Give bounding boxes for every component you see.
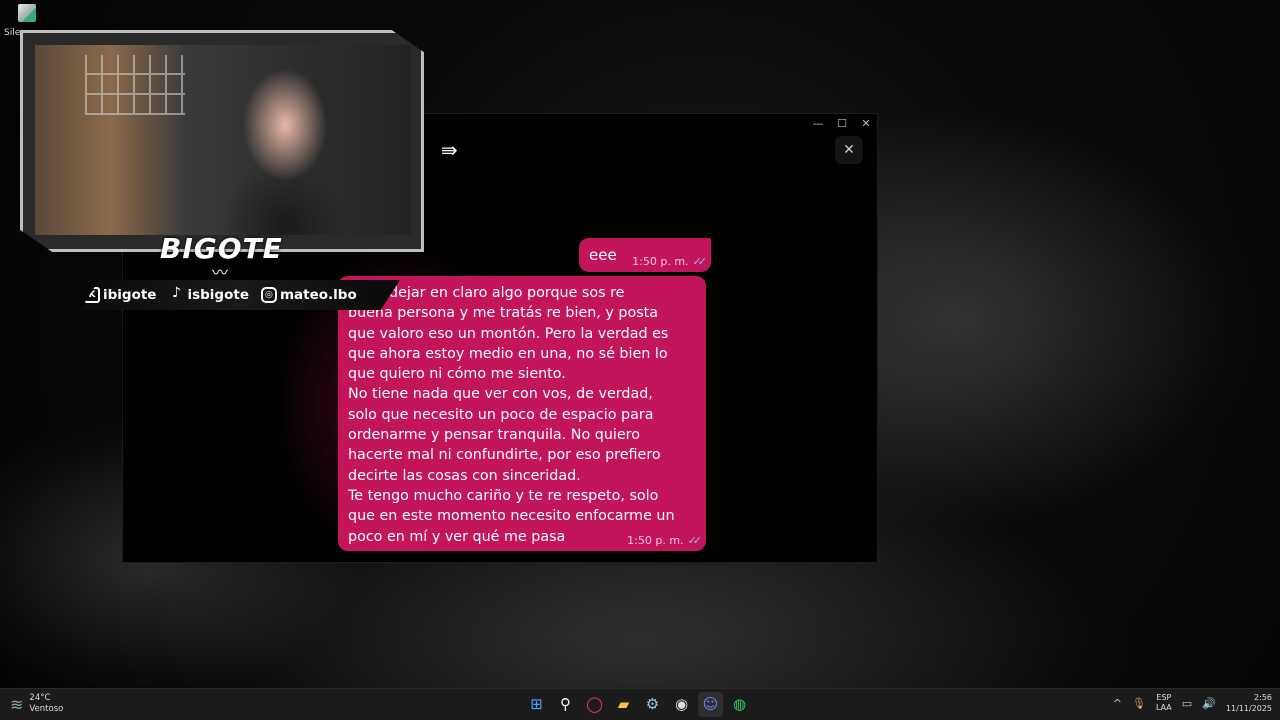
social-handle: ibigote: [103, 287, 156, 303]
obs-icon: ◉: [675, 695, 688, 713]
clock-time: 2:56: [1226, 692, 1272, 703]
clock[interactable]: 2:56 11/11/2025: [1226, 692, 1272, 714]
volume-icon[interactable]: 🔊: [1202, 697, 1216, 710]
taskbar-steam-button[interactable]: ⚙: [640, 692, 665, 717]
taskbar-apps: ⊞ ⚲ ◯ ▰ ⚙ ◉ ☺ ◍: [524, 692, 752, 717]
close-icon: ✕: [843, 142, 855, 158]
taskbar-search-button[interactable]: ⚲: [553, 692, 578, 717]
keyboard-layout: LAA: [1156, 703, 1172, 713]
steam-icon: ⚙: [646, 695, 659, 713]
streamer-brand: BIGOTE 〰: [160, 232, 280, 283]
start-icon: ⊞: [530, 695, 543, 713]
taskbar-file-explorer-button[interactable]: ▰: [611, 692, 636, 717]
opera-icon: ◯: [586, 695, 603, 713]
social-instagram: ◎ mateo.lbo: [261, 287, 357, 303]
message-bubble[interactable]: eee 1:50 p. m. ✓✓: [579, 238, 711, 272]
forward-button[interactable]: ⇛: [441, 140, 467, 160]
discord-icon: ☺: [703, 695, 719, 713]
network-icon[interactable]: ▭: [1182, 697, 1192, 710]
taskbar-start-button[interactable]: ⊞: [524, 692, 549, 717]
window-close-button[interactable]: ✕: [857, 116, 875, 132]
social-handle: mateo.lbo: [280, 287, 357, 303]
weather-text: 24°C Ventoso: [29, 693, 63, 715]
taskbar-obs-button[interactable]: ◉: [669, 692, 694, 717]
weather-temp: 24°C: [29, 693, 63, 704]
weather-widget[interactable]: ≋ 24°C Ventoso: [10, 693, 63, 715]
message-meta: 1:50 p. m. ✓✓: [627, 534, 698, 547]
social-tiktok: ♪ isbigote: [168, 287, 249, 303]
weather-condition: Ventoso: [29, 704, 63, 715]
window-controls: — ☐ ✕: [809, 116, 875, 132]
taskbar-opera-button[interactable]: ◯: [582, 692, 607, 717]
social-handle: isbigote: [187, 287, 249, 303]
app-shortcut-icon: [18, 4, 36, 22]
chevron-up-icon[interactable]: ^: [1113, 697, 1122, 710]
instagram-icon: ◎: [261, 287, 277, 303]
webcam-background-shelf: [85, 55, 185, 115]
maximize-button[interactable]: ☐: [833, 116, 851, 132]
forward-arrows-icon: ⇛: [441, 138, 458, 162]
minimize-button[interactable]: —: [809, 116, 827, 132]
microphone-icon[interactable]: 🎙: [1132, 697, 1146, 710]
read-ticks-icon: ✓✓: [693, 255, 703, 268]
message-bubble[interactable]: uería dejar en claro algo porque sos re …: [338, 276, 706, 551]
social-kick: K ibigote: [84, 287, 156, 303]
tiktok-icon: ♪: [168, 287, 184, 303]
spotify-icon: ◍: [733, 695, 746, 713]
close-panel-button[interactable]: ✕: [835, 136, 863, 164]
message-time: 1:50 p. m.: [627, 534, 683, 547]
language-indicator[interactable]: ESP LAA: [1156, 693, 1172, 713]
language-code: ESP: [1156, 693, 1172, 703]
read-ticks-icon: ✓✓: [688, 534, 698, 547]
message-text: eee: [589, 246, 617, 264]
webcam-overlay: [20, 30, 424, 252]
search-icon: ⚲: [560, 695, 571, 713]
taskbar-discord-button[interactable]: ☺: [698, 692, 723, 717]
message-meta: 1:50 p. m. ✓✓: [632, 255, 703, 268]
wind-icon: ≋: [10, 695, 23, 714]
social-handles-bar: K ibigote ♪ isbigote ◎ mateo.lbo: [80, 280, 400, 310]
clock-date: 11/11/2025: [1226, 703, 1272, 714]
taskbar: ≋ 24°C Ventoso ⊞ ⚲ ◯ ▰ ⚙ ◉ ☺ ◍ ^ 🎙 ESP LAA ▭ 🔊 …: [0, 688, 1280, 720]
message-time: 1:50 p. m.: [632, 255, 688, 268]
file-explorer-icon: ▰: [618, 695, 630, 713]
system-tray: ^ 🎙 ESP LAA ▭ 🔊 2:56 11/11/2025: [1113, 692, 1272, 714]
message-text: uería dejar en claro algo porque sos re …: [348, 283, 698, 547]
webcam-feed: [35, 45, 411, 235]
taskbar-spotify-button[interactable]: ◍: [727, 692, 752, 717]
